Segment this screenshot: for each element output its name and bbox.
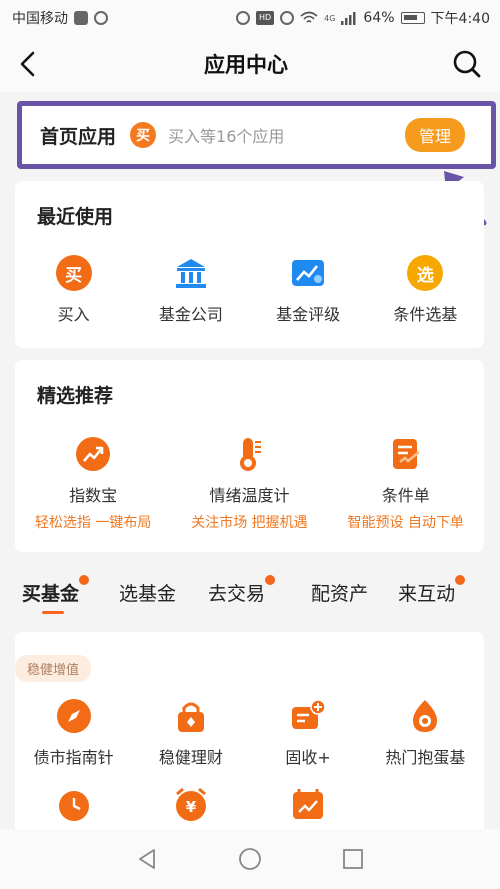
tab-buy-fund[interactable]: 买基金: [22, 574, 90, 606]
search-icon[interactable]: [452, 49, 482, 79]
tab-allocate-assets[interactable]: 配资产: [311, 579, 368, 606]
rating-chart-icon: [292, 260, 325, 286]
app-item[interactable]: [250, 786, 367, 822]
svg-text:¥: ¥: [186, 798, 197, 816]
home-apps-title: 首页应用: [40, 125, 117, 148]
tab-select-fund[interactable]: 选基金: [119, 579, 176, 606]
wifi-icon: [300, 11, 318, 23]
system-nav-bar: [0, 829, 500, 889]
featured-title: 精选推荐: [37, 385, 114, 407]
app-subtitle: 智能预设 自动下单: [347, 515, 464, 531]
active-tab-indicator: [42, 611, 64, 614]
clock-time: 下午4:40: [430, 11, 490, 27]
tab-label: 选基金: [119, 582, 177, 605]
tab-label: 配资产: [311, 582, 369, 605]
app-buy[interactable]: 买 买入: [15, 255, 132, 325]
signal-icon: [341, 12, 356, 25]
signal-label: 4G: [324, 13, 336, 23]
section-pill: 稳健增值: [15, 655, 92, 682]
nav-recents-icon[interactable]: [342, 848, 364, 870]
app-bond-compass[interactable]: 债市指南针: [15, 698, 132, 768]
stable-growth-apps: 债市指南针 稳健理财 固收+ 热门抱蛋基: [15, 698, 484, 768]
app-label: 情绪温度计: [209, 486, 290, 505]
egg-icon: [413, 700, 438, 732]
app-stable-finance[interactable]: 稳健理财: [132, 698, 249, 768]
fixed-income-plus-icon: [292, 699, 326, 729]
recent-card: 最近使用 买 买入 基金公司 基金评级 选 条件选基: [15, 181, 484, 348]
carrier-label: 中国移动: [12, 11, 68, 27]
status-bar: 中国移动 HD 4G 64% 下午4:40: [0, 0, 500, 36]
eye-icon: [280, 11, 295, 25]
alarm-icon: [236, 11, 251, 25]
recent-title: 最近使用: [37, 206, 114, 228]
nav-bar: 应用中心: [0, 36, 500, 92]
tab-label: 买基金: [22, 582, 80, 605]
select-fund-icon: 选: [407, 255, 444, 291]
yuan-clock-icon: ¥: [175, 787, 206, 821]
app-select-fund[interactable]: 选 条件选基: [367, 255, 484, 325]
app-label: 条件单: [381, 486, 430, 505]
app-label: 稳健理财: [158, 748, 223, 767]
alarm-clock-icon: [58, 791, 89, 821]
featured-card: 精选推荐 指数宝 轻松选指 一键布局 情绪温度计 关注市场 把握机遇 条件单 智…: [15, 360, 484, 552]
buy-badge-icon: 买: [130, 122, 157, 148]
buy-icon: 买: [55, 255, 92, 291]
manage-button[interactable]: 管理: [404, 118, 465, 152]
nav-home-icon[interactable]: [238, 847, 262, 871]
app-hot-egg-fund[interactable]: 热门抱蛋基: [367, 698, 484, 768]
app-label: 基金评级: [276, 305, 341, 324]
notification-dot: [265, 574, 276, 585]
tab-label: 来互动: [398, 582, 456, 605]
battery-icon: [400, 12, 425, 24]
stable-growth-apps-row2: ¥: [15, 786, 484, 822]
back-arrow-icon[interactable]: [16, 50, 40, 78]
notification-icon: [74, 11, 88, 25]
app-label: 债市指南针: [33, 748, 114, 767]
compass-icon: [56, 699, 91, 733]
app-item[interactable]: [15, 786, 132, 822]
notification-dot: [79, 574, 90, 585]
app-item[interactable]: ¥: [132, 786, 249, 822]
app-fund-rating[interactable]: 基金评级: [250, 255, 367, 325]
trend-up-icon: [76, 437, 111, 471]
tab-trade[interactable]: 去交易: [208, 574, 276, 606]
tab-label: 去交易: [208, 582, 266, 605]
app-label: 条件选基: [393, 305, 458, 324]
nav-back-icon[interactable]: [136, 848, 158, 870]
app-index-bao[interactable]: 指数宝 轻松选指 一键布局: [15, 436, 171, 532]
page-title: 应用中心: [204, 53, 288, 77]
home-apps-hint: 买入等16个应用: [168, 127, 285, 146]
app-subtitle: 轻松选指 一键布局: [34, 515, 152, 531]
app-label: 热门抱蛋基: [385, 748, 466, 767]
category-tabs: 买基金 选基金 去交易 配资产 来互动: [0, 572, 500, 612]
app-label: 指数宝: [69, 486, 118, 505]
lock-bag-icon: [177, 702, 204, 732]
calendar-trend-icon: [293, 789, 324, 819]
home-apps-bar[interactable]: 首页应用 买 买入等16个应用 管理: [17, 101, 496, 169]
wechat-icon: [94, 11, 108, 25]
tab-interact[interactable]: 来互动: [398, 574, 466, 606]
condition-order-icon: [392, 439, 420, 469]
app-sentiment-thermometer[interactable]: 情绪温度计 关注市场 把握机遇: [171, 436, 327, 532]
app-fixed-income-plus[interactable]: 固收+: [250, 698, 367, 768]
battery-percent: 64%: [363, 10, 395, 26]
app-fund-company[interactable]: 基金公司: [132, 255, 249, 325]
notification-dot: [455, 574, 466, 585]
app-label: 固收+: [285, 748, 331, 767]
thermometer-icon: [240, 438, 262, 471]
app-subtitle: 关注市场 把握机遇: [191, 515, 308, 531]
app-condition-order[interactable]: 条件单 智能预设 自动下单: [328, 436, 484, 532]
app-label: 基金公司: [158, 305, 223, 324]
hd-icon: HD: [256, 11, 275, 25]
bank-icon: [175, 259, 206, 288]
app-label: 买入: [57, 305, 90, 324]
